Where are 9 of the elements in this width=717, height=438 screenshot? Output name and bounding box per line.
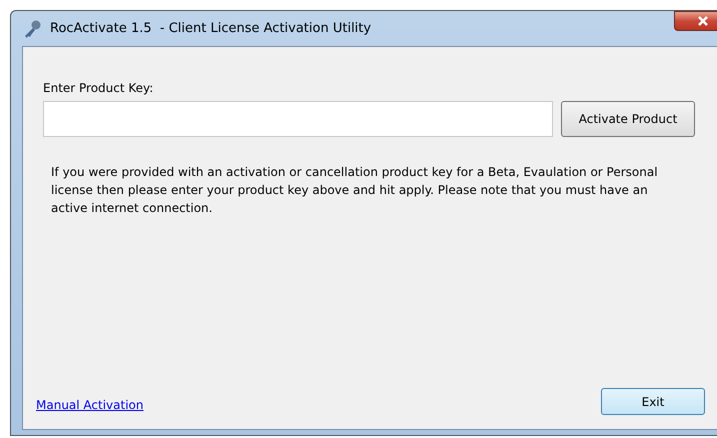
info-text: If you were provided with an activation or cancellation product key for a Beta, Evaulation or Personal license then please enter your product key above and hit apply. Please note that you must have an active internet connection. — [51, 164, 659, 217]
product-key-label: Enter Product Key: — [43, 80, 154, 97]
product-key-field[interactable] — [43, 101, 553, 137]
window-title: RocActivate 1.5 - Client License Activation Utility — [50, 20, 372, 38]
close-button[interactable] — [674, 11, 717, 31]
exit-button[interactable]: Exit — [601, 388, 705, 415]
close-icon — [697, 16, 709, 26]
activate-product-button[interactable]: Activate Product — [561, 101, 695, 137]
manual-activation-link[interactable]: Manual Activation — [36, 396, 144, 414]
